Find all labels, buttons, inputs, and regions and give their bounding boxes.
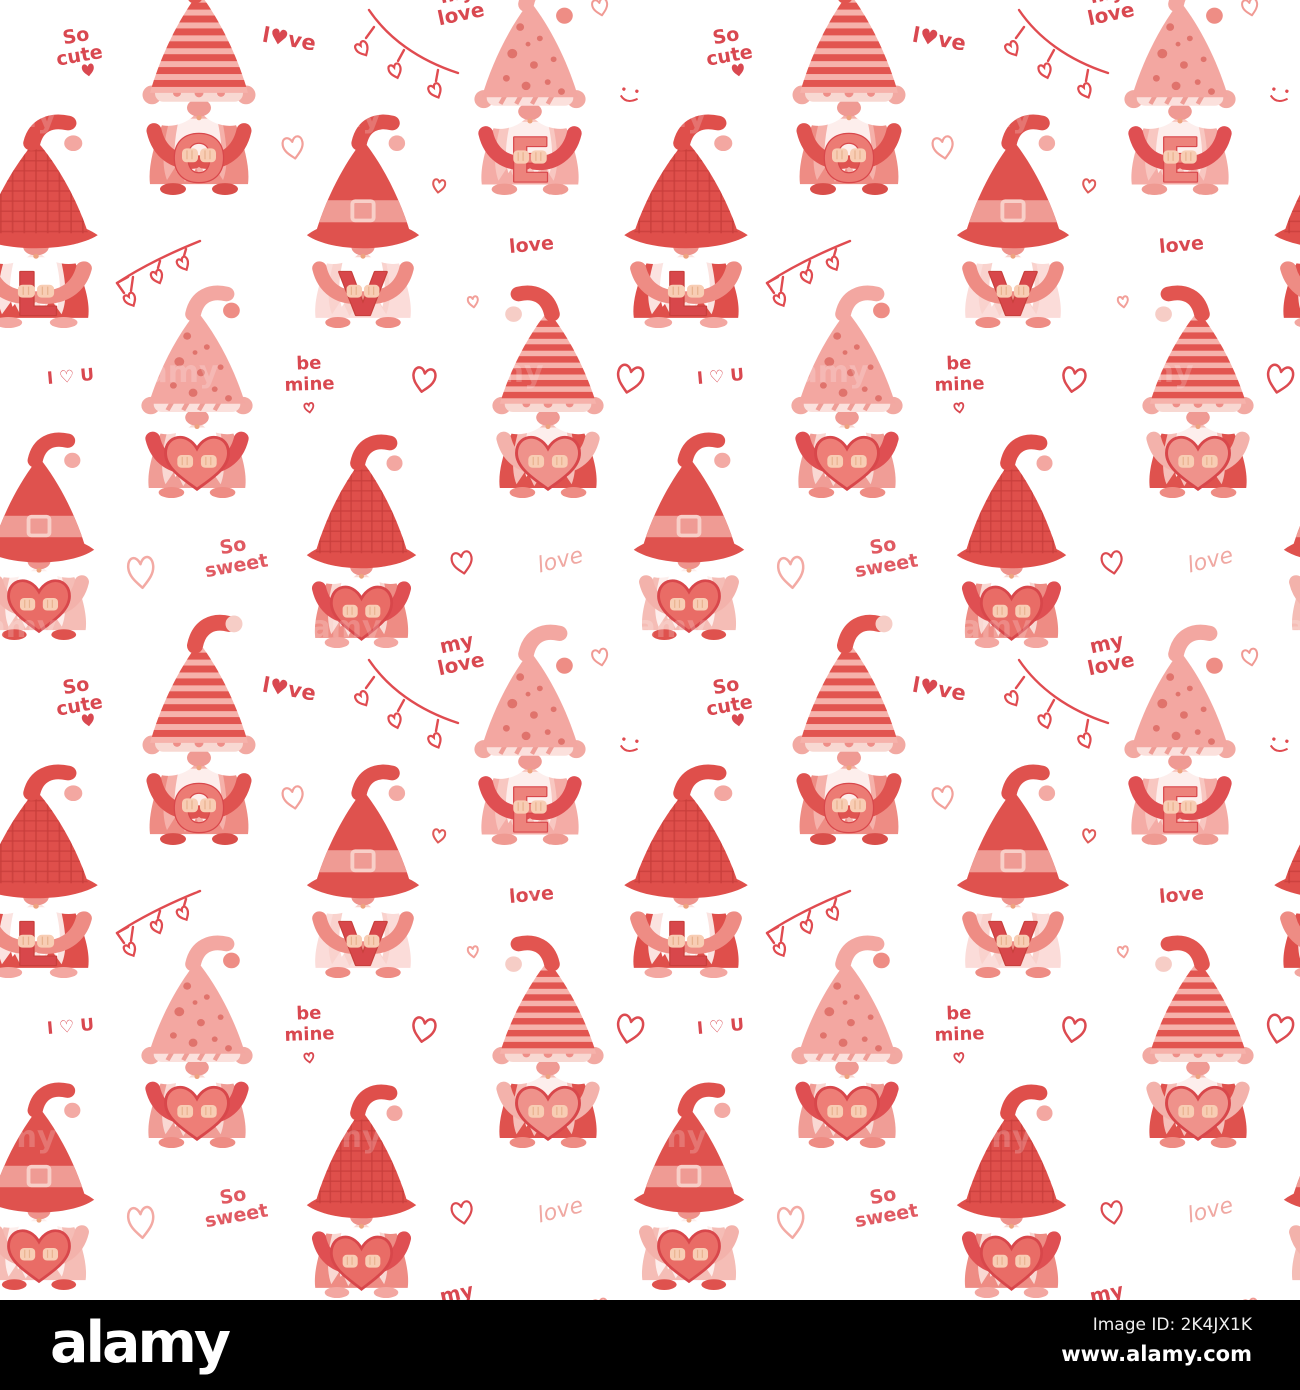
svg-text:alamy: alamy	[1092, 865, 1194, 900]
svg-text:alamy: alamy	[280, 1120, 382, 1155]
pattern-svg: OELVSocutel♥vemyloveloveI ♡ UbemineSoswe…	[0, 0, 1300, 1300]
svg-text:alamy: alamy	[1255, 1120, 1300, 1155]
svg-text:alamy: alamy	[605, 100, 707, 135]
svg-text:alamy: alamy	[930, 100, 1032, 135]
svg-text:alamy: alamy	[767, 355, 869, 390]
svg-text:alamy: alamy	[280, 610, 382, 645]
svg-text:alamy: alamy	[0, 1120, 57, 1155]
svg-text:alamy: alamy	[605, 610, 707, 645]
gnome-pattern-artwork: OELVSocutel♥vemyloveloveI ♡ UbemineSoswe…	[0, 0, 1300, 1300]
pattern-tile	[1274, 0, 1300, 30]
svg-text:alamy: alamy	[605, 1120, 707, 1155]
image-meta: Image ID: 2K4JX1K www.alamy.com	[1061, 1315, 1252, 1366]
svg-text:alamy: alamy	[767, 865, 869, 900]
svg-text:alamy: alamy	[930, 610, 1032, 645]
alamy-logo: alamy	[50, 1310, 231, 1376]
svg-text:alamy: alamy	[1255, 610, 1300, 645]
svg-text:alamy: alamy	[442, 355, 544, 390]
image-id-label: Image ID: 2K4JX1K	[1092, 1315, 1252, 1335]
svg-text:alamy: alamy	[117, 355, 219, 390]
svg-text:alamy: alamy	[930, 1120, 1032, 1155]
pattern-tile	[0, 615, 645, 1300]
pattern-tile	[1274, 615, 1300, 1300]
svg-text:alamy: alamy	[280, 100, 382, 135]
svg-text:alamy: alamy	[117, 865, 219, 900]
svg-text:alamy: alamy	[1255, 100, 1300, 135]
svg-text:alamy: alamy	[0, 100, 57, 135]
alamy-url: www.alamy.com	[1061, 1342, 1252, 1366]
svg-text:alamy: alamy	[1092, 355, 1194, 390]
svg-text:alamy: alamy	[0, 610, 57, 645]
svg-text:alamy: alamy	[442, 865, 544, 900]
alamy-footer-bar: alamy Image ID: 2K4JX1K www.alamy.com	[0, 1300, 1300, 1390]
stock-image-page: OELVSocutel♥vemyloveloveI ♡ UbemineSoswe…	[0, 0, 1300, 1390]
pattern-tile	[0, 0, 645, 30]
pattern-tile	[624, 615, 1294, 1300]
